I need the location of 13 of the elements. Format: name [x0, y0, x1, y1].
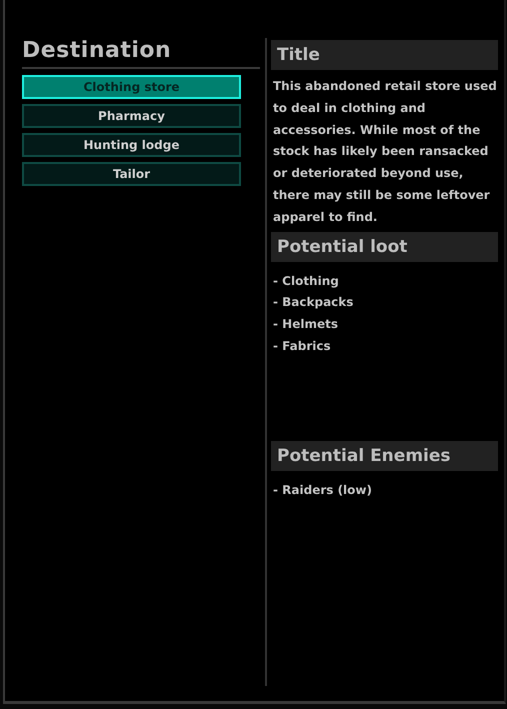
enemy-item: - Raiders (low) — [273, 482, 373, 499]
destination-item[interactable]: Pharmacy — [22, 104, 241, 128]
section-header: Potential Enemies — [271, 440, 498, 471]
destination-item[interactable]: Hunting lodge — [22, 133, 241, 157]
loot-item: - Fabrics — [273, 338, 332, 355]
destination-item[interactable]: Tailor — [22, 162, 241, 186]
description-text: This abandoned retail store used to deal in clothing and accessories. While most of the stock has likely been ransacked or deteriorated beyond use, there may still be some leftover apparel to find. — [273, 78, 498, 226]
loot-item: - Clothing — [273, 272, 340, 290]
section-header: Potential loot — [271, 232, 498, 262]
loot-item: - Backpacks — [273, 294, 354, 312]
section-header: Title — [271, 40, 498, 70]
panel-title: Destination — [22, 38, 172, 64]
loot-item: - Helmets — [273, 316, 339, 333]
